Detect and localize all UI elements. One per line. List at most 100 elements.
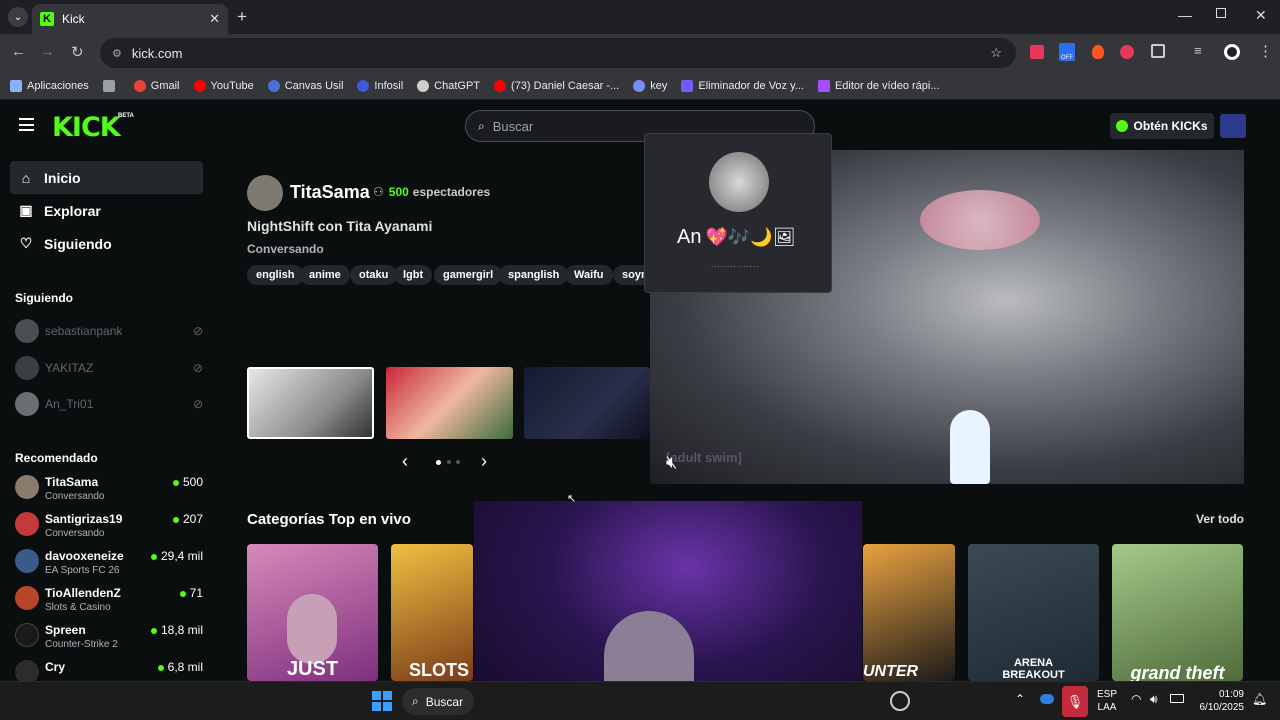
notifications-icon[interactable]: 🔔︎ (1252, 692, 1267, 706)
viewers-label: espectadores (412, 185, 491, 199)
language-indicator[interactable]: ESP LAA (1097, 688, 1117, 714)
extension-off-icon[interactable]: OFF (1059, 43, 1075, 61)
tag[interactable]: gamergirl (434, 265, 503, 285)
extension-flame-icon[interactable] (1092, 45, 1104, 59)
forward-icon[interactable]: → (40, 43, 55, 60)
browser-toolbar: ← → ↻ ⚙ kick.com ☆ OFF ≡ ⋮ (0, 34, 1280, 72)
bookmark-label: Aplicaciones (27, 79, 89, 92)
bookmark-gmail[interactable]: Gmail (133, 79, 180, 92)
tag[interactable]: otaku (350, 265, 398, 285)
carousel-thumbnail-1[interactable] (247, 367, 374, 439)
bookmark-youtube[interactable]: YouTube (193, 79, 254, 92)
live-dot-icon (179, 590, 186, 597)
bookmark-video-editor[interactable]: Editor de vídeo rápi... (817, 79, 940, 92)
site-info-icon[interactable]: ⚙ (112, 47, 122, 60)
address-bar[interactable]: ⚙ kick.com ☆ (100, 38, 1016, 68)
category-card[interactable]: SLOTS (391, 544, 473, 681)
tag[interactable]: anime (300, 265, 350, 285)
channel-name: TioAllendenZ (45, 586, 121, 600)
close-tab-icon[interactable]: ✕ (209, 11, 220, 27)
nav-explorar[interactable]: ▣ Explorar (10, 194, 203, 227)
tag[interactable]: lgbt (394, 265, 433, 285)
streamer-name[interactable]: TitaSama (290, 182, 370, 203)
popup-dots: ............... (711, 260, 760, 269)
live-dot-icon (172, 516, 179, 523)
avatar (15, 586, 39, 610)
bookmark-star-icon[interactable]: ☆ (990, 45, 1002, 61)
bookmark-chatgpt[interactable]: ChatGPT (417, 79, 480, 92)
kick-logo[interactable]: KICK (52, 112, 121, 143)
carousel-dot[interactable] (456, 460, 460, 464)
carousel-prev-icon[interactable]: ‹ (402, 451, 408, 472)
maximize-icon[interactable] (1216, 8, 1226, 18)
reload-icon[interactable]: ↻ (71, 43, 84, 61)
onedrive-icon[interactable] (1040, 694, 1054, 704)
volume-icon[interactable]: 🔊︎ (1150, 692, 1158, 707)
carousel-thumbnail-2[interactable] (386, 367, 513, 439)
battery-icon[interactable] (1170, 694, 1184, 703)
minimize-icon[interactable]: — (1178, 7, 1192, 23)
clock[interactable]: 01:09 6/10/2025 (1196, 688, 1245, 714)
tray-overflow-icon[interactable]: ⌃ (1015, 692, 1025, 706)
stream-category[interactable]: Conversando (247, 242, 324, 256)
following-item[interactable]: YAKITAZ ⊘ (15, 355, 203, 381)
back-icon[interactable]: ← (11, 43, 26, 60)
following-item[interactable]: An_Tri01 ⊘ (15, 391, 203, 417)
bookmark-daniel-caesar[interactable]: (73) Daniel Caesar -... (494, 79, 619, 92)
category-card[interactable]: UNTER (863, 544, 955, 681)
recommended-item[interactable]: Santigrizas19 Conversando 207 (15, 512, 203, 546)
carousel-dot[interactable] (447, 460, 451, 464)
carousel-thumbnail-3[interactable] (524, 367, 650, 439)
see-all-link[interactable]: Ver todo (1196, 512, 1244, 526)
tab-search-icon[interactable]: ⌄ (8, 7, 28, 27)
media-control-icon[interactable]: ≡ (1194, 43, 1202, 58)
bookmark-grid[interactable] (102, 79, 120, 92)
tag[interactable]: Waifu (565, 265, 613, 285)
carousel-next-icon[interactable]: › (481, 451, 487, 472)
live-dot-icon (172, 479, 179, 486)
extension-pink-icon[interactable] (1120, 45, 1134, 59)
new-tab-button[interactable]: + (237, 7, 247, 27)
category-card[interactable]: grand theft (1112, 544, 1243, 681)
avatar (15, 356, 39, 380)
category-card[interactable]: ARENA BREAKOUT (968, 544, 1099, 681)
extensions-puzzle-icon[interactable] (1151, 44, 1165, 58)
tag[interactable]: english (247, 265, 304, 285)
recommended-item[interactable]: TitaSama Conversando 500 (15, 475, 203, 509)
extension-red-icon[interactable] (1030, 45, 1044, 59)
nav-inicio[interactable]: ⌂ Inicio (10, 161, 203, 194)
bookmark-canvas[interactable]: Canvas Usil (267, 79, 343, 92)
carousel-dot-active[interactable] (436, 460, 441, 465)
bookmark-apps[interactable]: Aplicaciones (10, 79, 89, 92)
wifi-icon[interactable]: ◠ (1131, 692, 1141, 706)
recommended-item[interactable]: TioAllendenZ Slots & Casino 71 (15, 586, 203, 620)
mute-icon[interactable]: 🔇︎ (666, 452, 677, 473)
tag[interactable]: spanglish (499, 265, 569, 285)
profile-avatar[interactable] (1224, 44, 1240, 60)
hamburger-menu-icon[interactable] (19, 118, 34, 131)
user-avatar[interactable] (1220, 114, 1246, 138)
windows-start-icon[interactable] (372, 691, 392, 711)
recommended-item[interactable]: Cry 6,8 mil (15, 660, 203, 681)
taskbar-search[interactable]: ⌕ Buscar (402, 688, 474, 715)
streamer-avatar[interactable] (247, 175, 283, 211)
channel-category: Conversando (45, 491, 105, 502)
recommended-item[interactable]: Spreen Counter-Strike 2 18,8 mil (15, 623, 203, 657)
following-item[interactable]: sebastianpank ⊘ (15, 318, 203, 344)
channel-category: Counter-Strike 2 (45, 639, 118, 650)
category-label: SLOTS (409, 660, 470, 680)
menu-kebab-icon[interactable]: ⋮ (1258, 42, 1273, 60)
bookmark-key[interactable]: key (633, 79, 667, 92)
nav-siguiendo[interactable]: ♡ Siguiendo (10, 227, 203, 260)
microphone-active-icon[interactable]: 🎙︎ (1062, 686, 1088, 717)
taskbar-app-icon[interactable] (890, 691, 910, 711)
gmail-icon (133, 79, 146, 92)
bookmark-infosil[interactable]: Infosil (357, 79, 403, 92)
get-kicks-button[interactable]: Obtén KICKs (1110, 113, 1214, 139)
viewer-count: 207 (182, 512, 203, 526)
recommended-item[interactable]: davooxeneize EA Sports FC 26 29,4 mil (15, 549, 203, 583)
category-card[interactable]: JUST (247, 544, 378, 681)
tab-kick[interactable]: K Kick ✕ (32, 4, 228, 34)
close-window-icon[interactable]: ✕ (1255, 7, 1267, 24)
bookmark-voice-remover[interactable]: Eliminador de Voz y... (681, 79, 804, 92)
